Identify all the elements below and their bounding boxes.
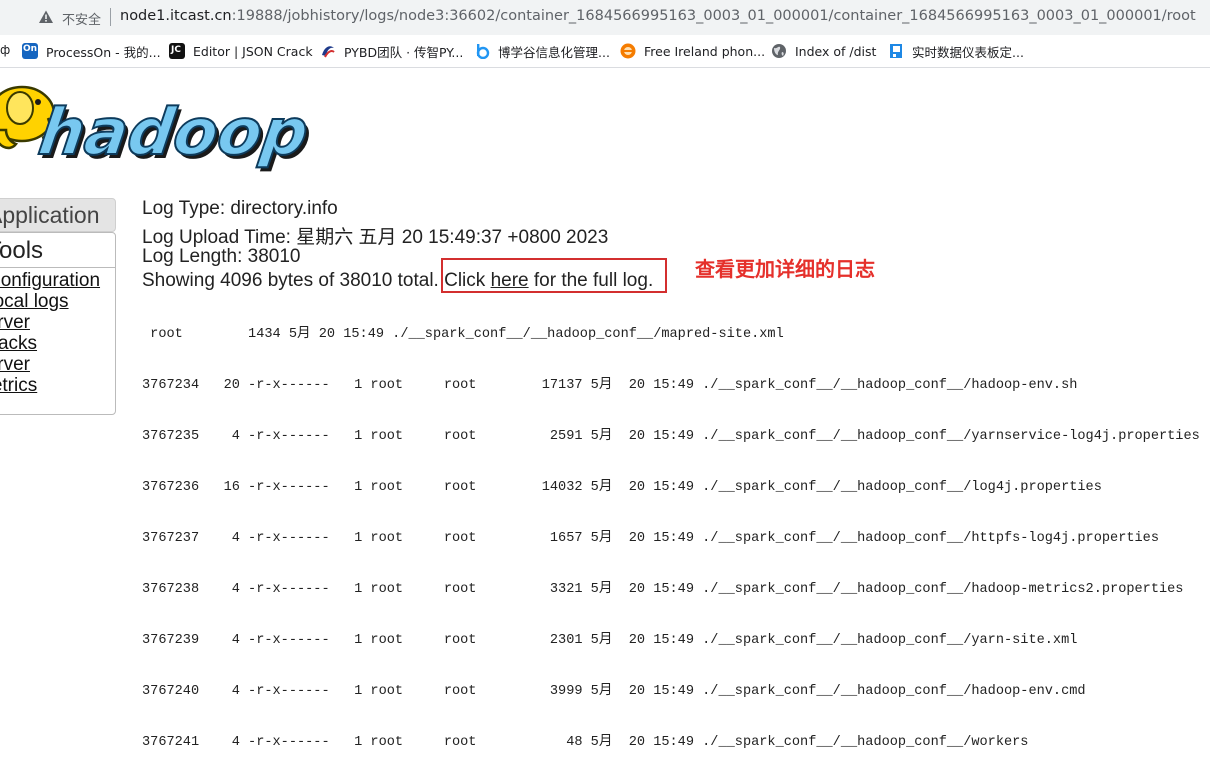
bookmark-label: Index of /dist: [795, 43, 877, 59]
showing-prefix: Showing 4096 bytes of 38010 total. Click: [142, 270, 491, 291]
insecure-label[interactable]: 不安全: [62, 9, 101, 28]
divider: [0, 267, 115, 268]
bookmark-label: Editor | JSON Crack: [193, 43, 313, 59]
bookmark-label: PYBD团队 · 传智PY...: [344, 44, 464, 60]
highlight-box: [441, 258, 667, 293]
nav-link-configuration[interactable]: Configuration: [0, 270, 100, 292]
boxuegu-icon: [476, 44, 490, 59]
bookmark-label: 实时数据仪表板定...: [912, 44, 1024, 60]
bookmark-jsoncrack[interactable]: JC Editor | JSON Crack: [169, 42, 313, 60]
log-upload-time: Log Upload Time: 星期六 五月 20 15:49:37 +080…: [142, 227, 609, 248]
log-line: 3767241 4 -r-x------ 1 root root 48 5月 2…: [142, 735, 1029, 750]
bookmark-dashboard[interactable]: 实时数据仪表板定...: [888, 42, 1024, 60]
annotation-text: 查看更加详细的日志: [695, 257, 875, 281]
nav-link-server-metrics[interactable]: Server: [0, 354, 30, 376]
jsoncrack-icon: JC: [169, 43, 185, 59]
log-line: 3767238 4 -r-x------ 1 root root 3321 5月…: [142, 582, 1184, 597]
pybd-icon: [322, 46, 335, 58]
log-line: 3767240 4 -r-x------ 1 root root 3999 5月…: [142, 684, 1086, 699]
nav-link-metrics[interactable]: Metrics: [0, 375, 37, 397]
hadoop-logo-text-front: hadoop: [34, 95, 313, 170]
hadoop-logo[interactable]: hadoop hadoop: [0, 72, 320, 172]
bookmark-processon[interactable]: On ProcessOn - 我的...: [22, 42, 161, 60]
globe-icon: [772, 44, 786, 58]
bookmark-boxuegu[interactable]: 博学谷信息化管理...: [474, 42, 610, 60]
bookmark-label: Free Ireland phon...: [644, 43, 766, 59]
url-text[interactable]: node1.itcast.cn:19888/jobhistory/logs/no…: [120, 8, 1196, 24]
bookmark-truncated[interactable]: ф: [0, 43, 10, 57]
log-line: root 1434 5月 20 15:49 ./__spark_conf__/_…: [142, 327, 784, 342]
ireland-icon: [620, 43, 636, 59]
bookmark-index-dist[interactable]: Index of /dist: [771, 42, 876, 60]
log-line: 3767235 4 -r-x------ 1 root root 2591 5月…: [142, 429, 1200, 444]
log-line: 3767237 4 -r-x------ 1 root root 1657 5月…: [142, 531, 1159, 546]
dashboard-icon: [890, 44, 902, 58]
log-line: 3767234 20 -r-x------ 1 root root 17137 …: [142, 378, 1078, 393]
warning-icon[interactable]: [38, 9, 54, 25]
log-content: root 1434 5月 20 15:49 ./__spark_conf__/_…: [142, 292, 1200, 768]
bookmark-pybd[interactable]: PYBD团队 · 传智PY...: [320, 42, 463, 60]
nav-tools-box: Tools Configuration Local logs Server St…: [0, 232, 116, 415]
bookmarks-bar: ф On ProcessOn - 我的... JC Editor | JSON …: [0, 35, 1210, 68]
processon-icon: On: [22, 43, 38, 59]
nav-application-label: Application: [0, 202, 100, 228]
nav-link-server-stacks[interactable]: Server: [0, 312, 30, 334]
nav-link-server-stacks-2[interactable]: Stacks: [0, 333, 37, 355]
address-bar[interactable]: 不安全 node1.itcast.cn:19888/jobhistory/log…: [0, 0, 1210, 35]
bookmark-label: ProcessOn - 我的...: [46, 44, 161, 60]
nav-link-local-logs[interactable]: Local logs: [0, 291, 69, 313]
divider: [110, 8, 111, 26]
log-length: Log Length: 38010: [142, 246, 301, 267]
nav-tools-heading[interactable]: Tools: [0, 237, 43, 265]
url-path: :19888/jobhistory/logs/node3:36602/conta…: [231, 8, 1196, 24]
bookmark-label: 博学谷信息化管理...: [498, 44, 610, 60]
bookmark-ireland[interactable]: Free Ireland phon...: [620, 42, 765, 60]
log-line: 3767239 4 -r-x------ 1 root root 2301 5月…: [142, 633, 1078, 648]
nav-application[interactable]: Application: [0, 198, 116, 232]
log-type: Log Type: directory.info: [142, 198, 338, 219]
log-line: 3767236 16 -r-x------ 1 root root 14032 …: [142, 480, 1102, 495]
url-host: node1.itcast.cn: [120, 8, 232, 24]
